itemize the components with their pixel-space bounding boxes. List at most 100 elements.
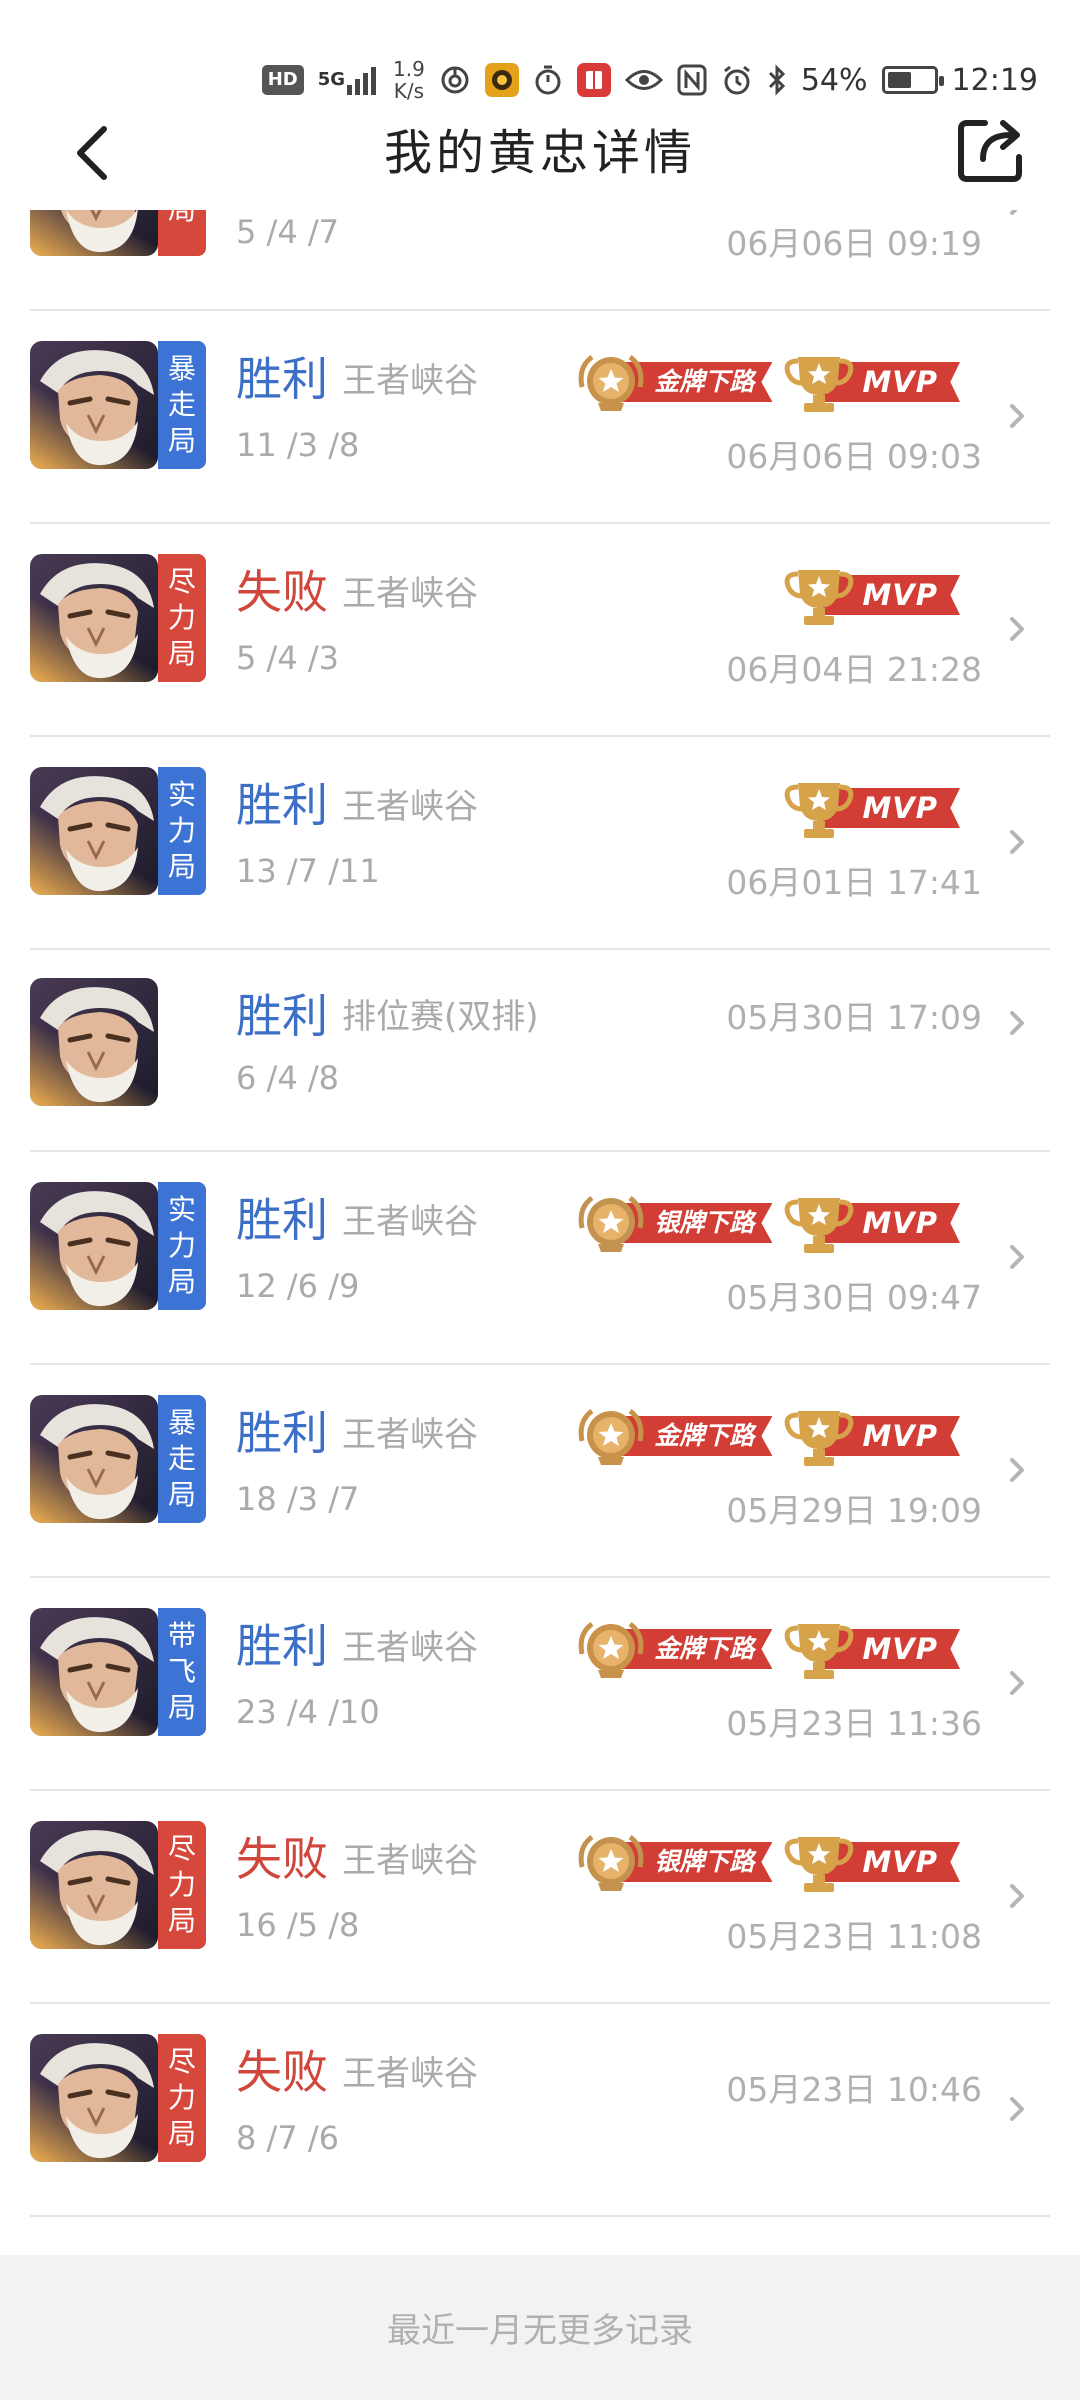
match-mode: 王者峡谷: [342, 2054, 478, 2094]
gold-medal-badge: 金牌下路: [574, 347, 773, 417]
performance-tag-char: 局: [167, 1904, 196, 1937]
hero-avatar: [30, 2034, 158, 2162]
performance-tag-char: 局: [167, 637, 196, 670]
battery-percent: 54%: [800, 62, 868, 98]
bluetooth-icon: [767, 64, 787, 96]
match-datetime: 06月06日 09:03: [726, 437, 982, 476]
match-mode: 王者峡谷: [342, 1202, 478, 1242]
kda-score: 13 /7 /11: [236, 852, 380, 890]
performance-tag: 力局: [158, 210, 206, 256]
hero-avatar: [30, 1395, 158, 1523]
hero-avatar: [30, 554, 158, 682]
performance-tag-char: 带: [167, 1619, 196, 1652]
share-button[interactable]: [954, 112, 1028, 186]
hero-avatar: [30, 978, 158, 1106]
match-row[interactable]: 暴走局胜利 王者峡谷 11 /3 /8 06月06日 09:03 金牌下路 MVP: [0, 311, 1080, 524]
match-list-content: 力局5 /4 /706月06日 09:19MVP暴走局胜利王者峡谷11 /3 /…: [0, 210, 1080, 2217]
match-datetime: 05月23日 10:46: [726, 2070, 982, 2109]
gold-medal-badge: 金牌下路: [574, 1401, 773, 1471]
match-row[interactable]: 实力局胜利 王者峡谷 12 /6 /9 05月30日 09:47 银牌下路 MVP: [0, 1152, 1080, 1365]
match-row[interactable]: 尽力局失败 王者峡谷 16 /5 /8 05月23日 11:08 银牌下路 MVP: [0, 1791, 1080, 2004]
performance-tag-char: 尽: [167, 1832, 196, 1865]
page-title: 我的黄忠详情: [383, 125, 696, 181]
achievement-badges: 金牌下路 MVP: [574, 1614, 960, 1684]
match-row[interactable]: 带飞局胜利 王者峡谷 23 /4 /10 05月23日 11:36 金牌下路 MVP: [0, 1578, 1080, 1791]
performance-tag-char: 局: [167, 1478, 196, 1511]
achievement-badges: 银牌下路 MVP: [574, 1188, 960, 1258]
match-datetime: 06月01日 17:41: [726, 863, 982, 902]
achievement-badges: MVP: [782, 560, 960, 630]
performance-tag-char: 暴: [167, 352, 196, 385]
performance-tag: 尽力局: [158, 1821, 206, 1949]
network-speed: 1.9 K/s: [393, 58, 425, 102]
performance-tag: 尽力局: [158, 554, 206, 682]
match-row[interactable]: 暴走局胜利 王者峡谷 18 /3 /7 05月29日 19:09 金牌下路 MVP: [0, 1365, 1080, 1578]
performance-tag: 实力局: [158, 767, 206, 895]
match-result: 胜利: [236, 1193, 328, 1247]
performance-tag: 带飞局: [158, 1608, 206, 1736]
match-datetime: 05月30日 09:47: [726, 1278, 982, 1317]
hd-voice-icon: HD: [261, 65, 304, 95]
footer-text: 最近一月无更多记录: [387, 2311, 693, 2351]
chevron-right-icon: [1002, 1881, 1032, 1911]
eye-icon: [624, 67, 663, 93]
hero-avatar: [30, 1821, 158, 1949]
mvp-badge: MVP: [782, 1401, 960, 1471]
kda-score: 18 /3 /7: [236, 1480, 360, 1518]
speed-value: 1.9: [393, 57, 425, 81]
achievement-badges: 银牌下路 MVP: [574, 1827, 960, 1897]
performance-tag: 尽力局: [158, 2034, 206, 2162]
hero-avatar: [30, 1608, 158, 1736]
match-datetime: 06月04日 21:28: [726, 650, 982, 689]
performance-tag-char: 力: [167, 1868, 196, 1901]
share-icon: [958, 120, 1022, 182]
kda-score: 11 /3 /8: [236, 426, 360, 464]
network-type: 5G: [317, 69, 346, 90]
achievement-badges: 金牌下路 MVP: [574, 1401, 960, 1471]
match-row[interactable]: 尽力局失败 王者峡谷 5 /4 /3 06月04日 21:28 MVP: [0, 524, 1080, 737]
mvp-badge: MVP: [782, 1188, 960, 1258]
match-datetime: 05月29日 19:09: [726, 1491, 982, 1530]
mvp-badge: MVP: [782, 347, 960, 417]
no-more-records-footer: 最近一月无更多记录: [0, 2255, 1080, 2400]
performance-tag-char: 尽: [167, 565, 196, 598]
kda-score: 23 /4 /10: [236, 1693, 380, 1731]
performance-tag-char: 局: [167, 2117, 196, 2150]
match-mode: 排位赛(双排): [342, 997, 539, 1037]
chevron-right-icon: [1002, 1008, 1032, 1038]
nfc-icon: [677, 64, 707, 96]
chevron-right-icon: [1002, 2094, 1032, 2124]
performance-tag-char: 走: [167, 1442, 196, 1475]
mvp-badge: MVP: [782, 560, 960, 630]
match-row[interactable]: 实力局胜利 王者峡谷 13 /7 /11 06月01日 17:41 MVP: [0, 737, 1080, 950]
kda-score: 12 /6 /9: [236, 1267, 360, 1305]
alarm-icon: [721, 64, 753, 96]
achievement-badges: 金牌下路 MVP: [574, 347, 960, 417]
match-result: 胜利: [236, 1619, 328, 1673]
performance-tag-char: 局: [167, 424, 196, 457]
timer-icon: [533, 64, 563, 96]
performance-tag-char: 局: [167, 850, 196, 883]
match-row[interactable]: 力局5 /4 /706月06日 09:19MVP: [0, 210, 1080, 311]
match-mode: 王者峡谷: [342, 574, 478, 614]
match-row[interactable]: 尽力局失败 王者峡谷 8 /7 /6 05月23日 10:46: [0, 2004, 1080, 2217]
signal-icon: 5G: [318, 65, 379, 95]
match-row[interactable]: 胜利 排位赛(双排) 6 /4 /8 05月30日 17:09: [0, 950, 1080, 1152]
match-result: 失败: [236, 2045, 328, 2099]
battery-fill: [887, 72, 912, 88]
performance-tag-char: 尽: [167, 2045, 196, 2078]
mvp-badge: MVP: [782, 1827, 960, 1897]
status-bar: HD 5G 1.9 K/s 54% 12:19: [0, 0, 1080, 110]
match-list[interactable]: 力局5 /4 /706月06日 09:19MVP暴走局胜利王者峡谷11 /3 /…: [0, 210, 1080, 2255]
clock: 12:19: [951, 62, 1038, 98]
performance-tag-char: 力: [167, 814, 196, 847]
performance-tag-char: 走: [167, 388, 196, 421]
match-mode: 王者峡谷: [342, 361, 478, 401]
chevron-right-icon: [1002, 1455, 1032, 1485]
hero-avatar: [30, 210, 158, 256]
match-mode: 王者峡谷: [342, 787, 478, 827]
performance-tag-char: 实: [167, 778, 196, 811]
performance-tag: 实力局: [158, 1182, 206, 1310]
hero-avatar: [30, 1182, 158, 1310]
gold-medal-badge: 金牌下路: [574, 1614, 773, 1684]
